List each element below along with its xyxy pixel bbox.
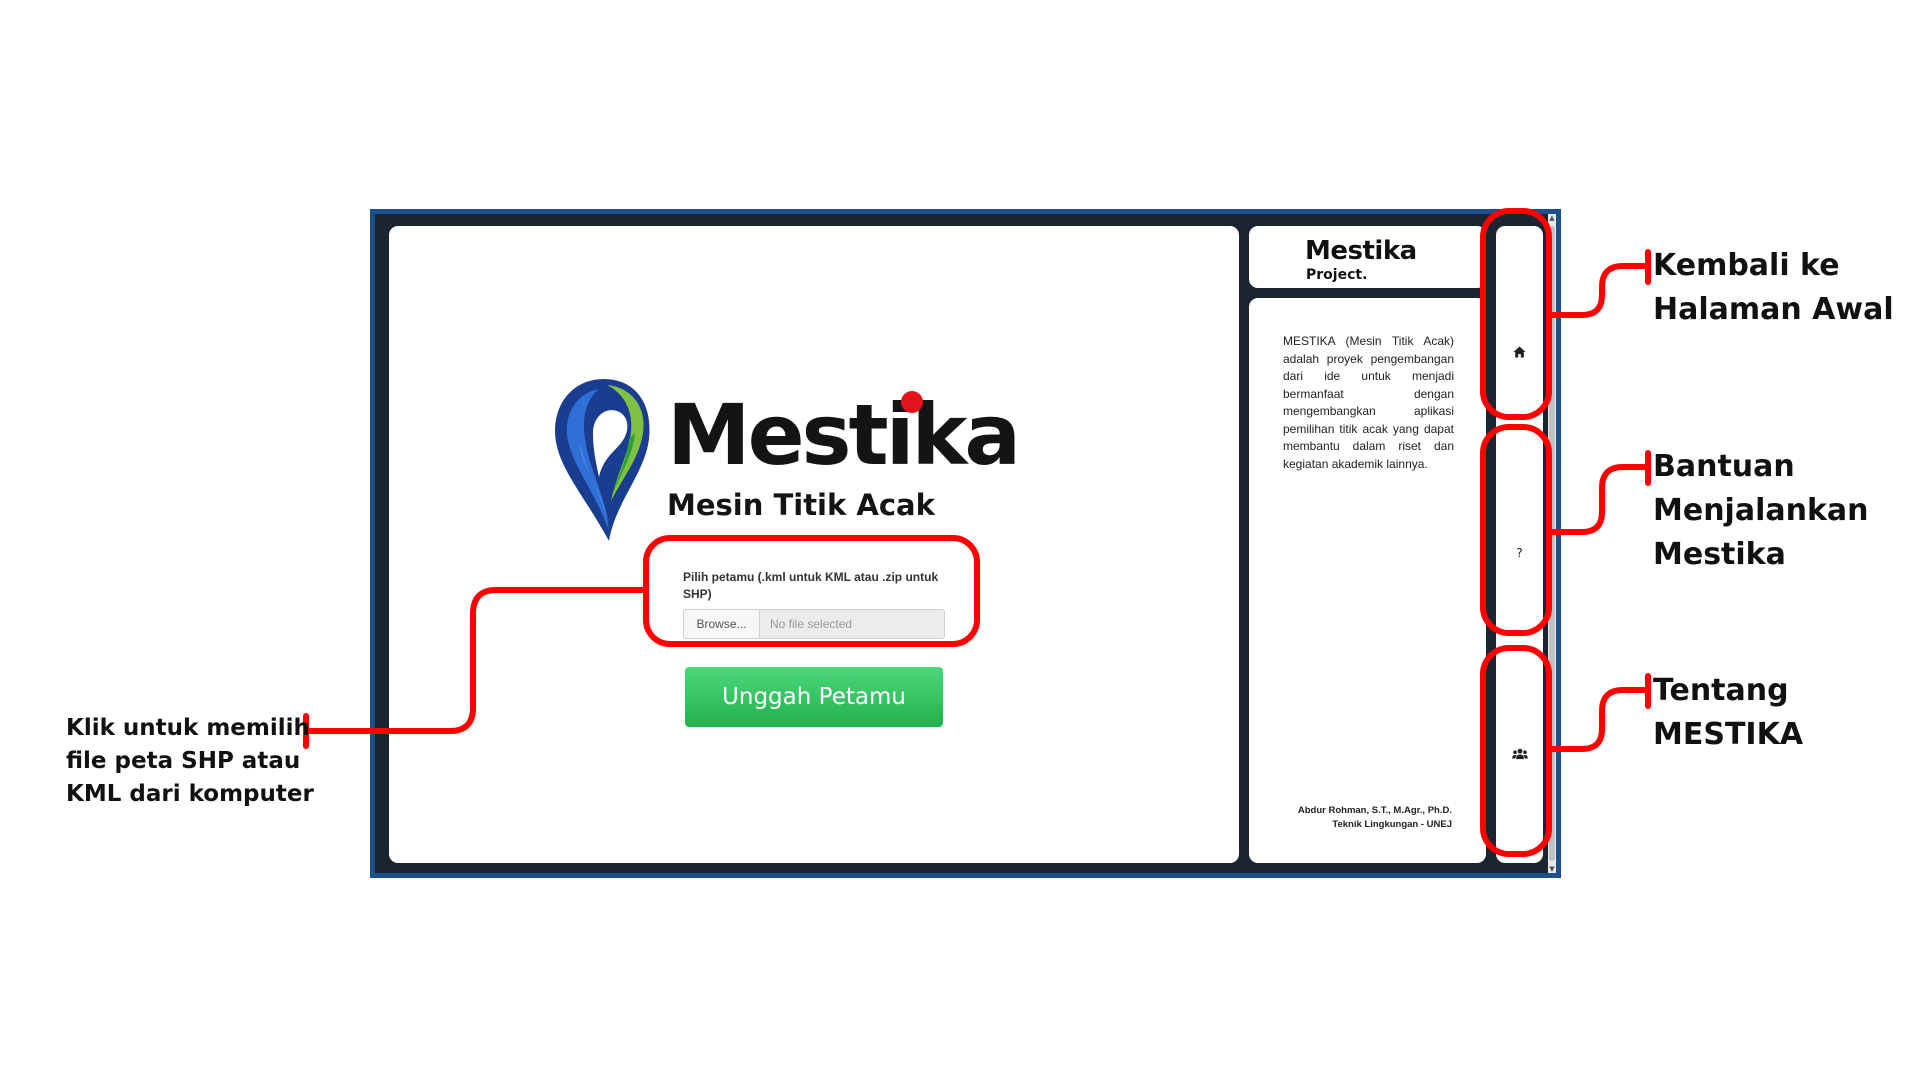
connector-about (1548, 687, 1651, 752)
callout-file-line1: Klik untuk memilih (66, 715, 310, 741)
callout-help: Bantuan Menjalankan Mestika (1653, 445, 1869, 577)
callout-home: Kembali ke Halaman Awal (1653, 244, 1894, 332)
connector-help (1548, 464, 1651, 535)
callout-help-line3: Mestika (1653, 537, 1786, 572)
callout-about-line2: MESTIKA (1653, 717, 1804, 752)
callout-about: Tentang MESTIKA (1653, 669, 1803, 757)
callout-file-line3: KML dari komputer (66, 781, 314, 807)
callout-help-line2: Menjalankan (1653, 493, 1869, 528)
highlight-home (1480, 208, 1552, 420)
connector-file (303, 587, 647, 734)
highlight-file-input (643, 535, 980, 647)
annotation-overlay (303, 208, 1651, 857)
callout-file-line2: file peta SHP atau (66, 748, 301, 774)
callout-about-line1: Tentang (1653, 673, 1789, 708)
highlight-about (1480, 645, 1552, 857)
highlight-help (1480, 424, 1552, 636)
callout-home-line1: Kembali ke (1653, 248, 1840, 283)
callout-help-line1: Bantuan (1653, 449, 1795, 484)
callout-file: Klik untuk memilih file peta SHP atau KM… (66, 712, 314, 811)
callout-home-line2: Halaman Awal (1653, 292, 1894, 327)
connector-home (1548, 263, 1651, 318)
